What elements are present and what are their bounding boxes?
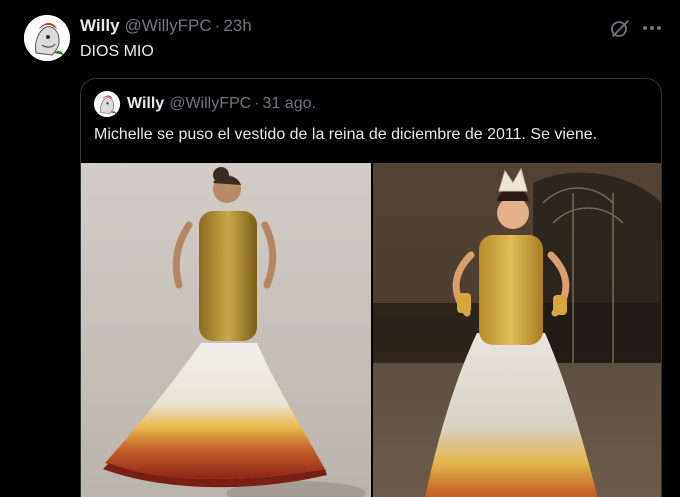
author-name[interactable]: Willy: [80, 16, 120, 36]
tweet-timestamp[interactable]: 23h: [223, 16, 251, 36]
quoted-author-avatar: [94, 91, 120, 117]
quoted-header: Willy @WillyFPC · 31 ago.: [127, 93, 316, 115]
more-options-icon[interactable]: [641, 17, 663, 39]
quoted-author-handle: @WillyFPC: [169, 95, 252, 112]
quoted-text: Michelle se puso el vestido de la reina …: [94, 126, 598, 143]
avatar-illustration: [94, 91, 120, 117]
separator-dot: ·: [254, 95, 260, 112]
author-avatar[interactable]: [24, 15, 70, 61]
separator-dot: ·: [214, 16, 221, 35]
tweet-text: DIOS MIO: [80, 43, 154, 60]
tweet-page: Willy @WillyFPC · 23h DIOS MIO Willy @Wi…: [0, 0, 680, 497]
photo-queen-pageant[interactable]: [373, 163, 661, 497]
quoted-author-name: Willy: [127, 95, 165, 112]
quoted-timestamp: 31 ago.: [262, 95, 316, 112]
avatar-illustration: [24, 15, 70, 61]
photo-gown-studio[interactable]: [81, 163, 371, 497]
tweet-header: Willy @WillyFPC · 23h: [80, 15, 252, 37]
grok-icon[interactable]: [609, 17, 631, 39]
quoted-tweet[interactable]: Willy @WillyFPC · 31 ago. Michelle se pu…: [80, 78, 662, 497]
author-handle[interactable]: @WillyFPC: [125, 16, 212, 36]
